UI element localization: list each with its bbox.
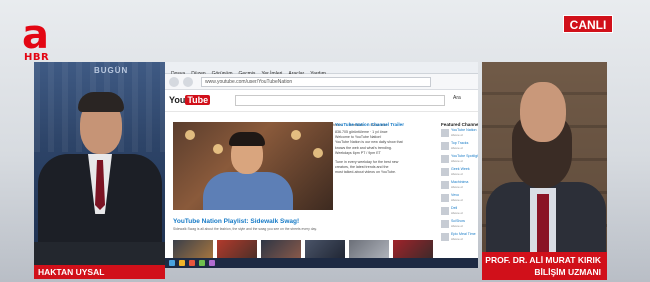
host-name-strap: HAKTAN UYSAL <box>34 265 165 279</box>
channel-avatar-icon <box>441 233 449 241</box>
youtube-search-button[interactable]: Ara <box>453 95 461 101</box>
featured-channel-name[interactable]: YouTube Spotlight <box>451 154 478 158</box>
guest-name: PROF. DR. ALİ MURAT KIRIK <box>485 255 601 265</box>
playlist-thumbnail[interactable] <box>305 240 345 260</box>
playlist-thumbnail[interactable] <box>173 240 213 260</box>
app-icon[interactable] <box>209 260 215 266</box>
featured-channel[interactable]: Epic Meal Time Abone ol <box>441 231 478 244</box>
channel-avatar-icon <box>441 207 449 215</box>
playlist-heading[interactable]: YouTube Nation Playlist: Sidewalk Swag! <box>173 218 299 225</box>
channel-avatar-icon <box>441 155 449 163</box>
trailer-info: YouTube Nation Channel Trailer 836.705 g… <box>335 122 435 176</box>
browser-window: DosyaDüzenGörünümGeçmişYer İmleriAraçlar… <box>165 62 478 268</box>
featured-channel-name[interactable]: Machinima <box>451 180 478 184</box>
featured-channel-list: YouTube Nation Abone ol Top Tracks Abone ol… <box>441 127 478 244</box>
forward-icon[interactable] <box>183 77 193 87</box>
browser-toolbar: www.youtube.com/user/YouTubeNation <box>165 74 478 90</box>
featured-channel[interactable]: Machinima Abone ol <box>441 179 478 192</box>
channel-avatar-icon <box>441 220 449 228</box>
featured-channel-name[interactable]: Top Tracks <box>451 141 478 145</box>
subscribe-link[interactable]: Abone ol <box>451 198 478 202</box>
playlist-description: Sidewalk Swag is all about the fashion, … <box>173 227 317 231</box>
subscribe-link[interactable]: Abone ol <box>451 185 478 189</box>
screen-pane: DosyaDüzenGörünümGeçmişYer İmleriAraçlar… <box>165 62 478 268</box>
os-taskbar <box>165 258 478 268</box>
featured-channel-name[interactable]: Geek Week <box>451 167 478 171</box>
featured-channel[interactable]: YouTube Nation Abone ol <box>441 127 478 140</box>
featured-channel[interactable]: Top Tracks Abone ol <box>441 140 478 153</box>
subscribe-link[interactable]: Abone ol <box>451 172 478 176</box>
guest-name-strap: PROF. DR. ALİ MURAT KIRIK BİLİŞİM UZMANI <box>482 252 607 280</box>
guest-title: BİLİŞİM UZMANI <box>534 267 601 277</box>
broadcast-frame: a HBR CANLI BUGÜN DosyaDüzenGörünümGeçmi… <box>0 0 650 282</box>
channel-tabs: YouTube NationVideolarOynatma listeleriK… <box>255 113 435 127</box>
video-light <box>313 148 323 158</box>
youtube-header: You Tube Ara <box>165 90 478 112</box>
featured-channel-name[interactable]: Vevo <box>451 193 478 197</box>
featured-channel-name[interactable]: Dell <box>451 206 478 210</box>
video-presenter-body <box>203 172 293 210</box>
live-badge: CANLI <box>563 15 613 33</box>
host-hair <box>78 92 124 112</box>
channel-avatar-icon <box>441 168 449 176</box>
playlist-thumbnail[interactable] <box>217 240 257 260</box>
playlist-thumbnail[interactable] <box>393 240 433 260</box>
guest-tie <box>537 194 549 254</box>
playlist-thumbnail[interactable] <box>349 240 389 260</box>
video-presenter-hair <box>229 132 265 146</box>
channel-avatar-icon <box>441 181 449 189</box>
guest-head <box>520 82 566 142</box>
featured-channel[interactable]: Vevo Abone ol <box>441 192 478 205</box>
featured-channel-name[interactable]: YouTube Nation <box>451 128 478 132</box>
subscribe-link[interactable]: Abone ol <box>451 159 478 163</box>
featured-channel[interactable]: YouTube Spotlight Abone ol <box>441 153 478 166</box>
channel-avatar-icon <box>441 129 449 137</box>
subscribe-link[interactable]: Abone ol <box>451 237 478 241</box>
app-icon[interactable] <box>199 260 205 266</box>
subscribe-link[interactable]: Abone ol <box>451 211 478 215</box>
youtube-logo[interactable]: You Tube <box>169 95 211 105</box>
youtube-logo-tube: Tube <box>185 95 211 105</box>
featured-channel-name[interactable]: Epic Meal Time <box>451 232 478 236</box>
trailer-description-line: most talked-about videos on YouTube. <box>335 170 397 175</box>
trailer-description: 836.705 görüntüleme · 1 yıl önce Welcome … <box>335 130 435 176</box>
channel-logo-letter: a <box>22 12 49 58</box>
subscribe-link[interactable]: Abone ol <box>451 146 478 150</box>
back-icon[interactable] <box>169 77 179 87</box>
guest-pane <box>482 62 607 268</box>
studio-screen-text: BUGÜN <box>94 66 129 75</box>
playlist-thumbnail[interactable] <box>261 240 301 260</box>
video-light <box>213 144 223 154</box>
start-icon[interactable] <box>169 260 175 266</box>
subscribe-link[interactable]: Abone ol <box>451 133 478 137</box>
youtube-search-input[interactable] <box>235 95 445 106</box>
youtube-logo-you: You <box>169 95 186 105</box>
host-pane: BUGÜN <box>34 62 165 268</box>
featured-channel[interactable]: Dell Abone ol <box>441 205 478 218</box>
video-light <box>291 130 301 140</box>
channel-avatar-icon <box>441 142 449 150</box>
address-bar[interactable]: www.youtube.com/user/YouTubeNation <box>201 77 431 87</box>
browser-icon[interactable] <box>189 260 195 266</box>
featured-channel[interactable]: Geek Week Abone ol <box>441 166 478 179</box>
channel-trailer-video[interactable] <box>173 122 333 210</box>
subscribe-link[interactable]: Abone ol <box>451 224 478 228</box>
browser-menubar: DosyaDüzenGörünümGeçmişYer İmleriAraçlar… <box>165 62 478 77</box>
featured-channel-name[interactable]: SciShow <box>451 219 478 223</box>
folder-icon[interactable] <box>179 260 185 266</box>
featured-channel[interactable]: SciShow Abone ol <box>441 218 478 231</box>
channel-avatar-icon <box>441 194 449 202</box>
video-light <box>185 130 195 140</box>
channel-logo: a HBR <box>22 12 62 64</box>
featured-channels: Featured Channels YouTube NationAbone ol… <box>441 122 478 244</box>
trailer-title[interactable]: YouTube Nation Channel Trailer <box>335 122 435 128</box>
